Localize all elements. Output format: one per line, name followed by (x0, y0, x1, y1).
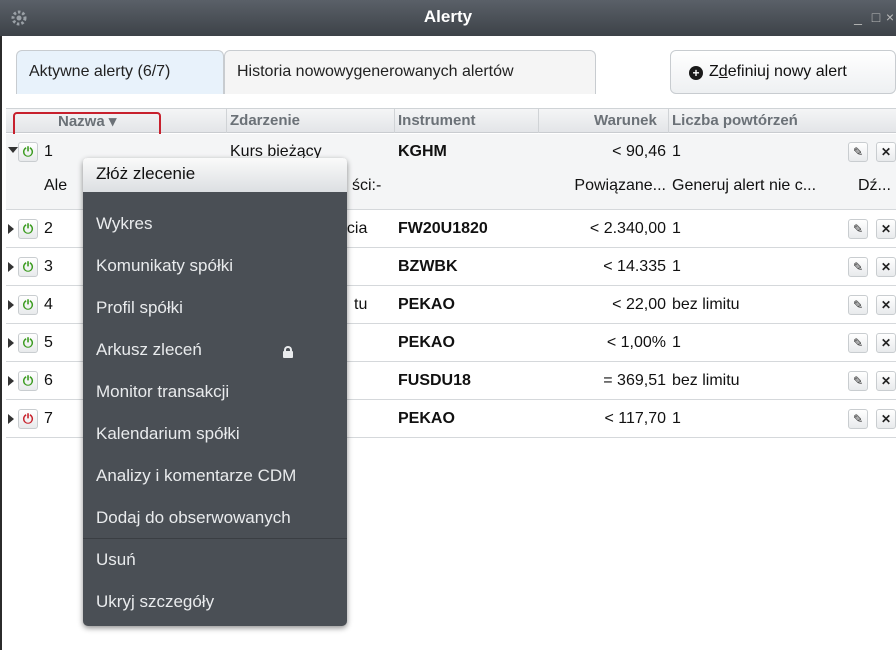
alert-repeats: 1 (672, 220, 681, 237)
plus-circle-icon: + (689, 66, 703, 80)
column-divider[interactable] (538, 109, 539, 133)
new-alert-label-prefix: Z (709, 63, 719, 80)
alert-instrument: KGHM (398, 143, 447, 160)
edit-pencil-icon[interactable]: ✎ (848, 257, 868, 277)
power-toggle-icon[interactable]: ⏻ (18, 219, 38, 239)
power-toggle-icon[interactable]: ⏻ (18, 142, 38, 162)
power-toggle-icon[interactable]: ⏻ (18, 295, 38, 315)
alert-repeats: bez limitu (672, 296, 740, 313)
alert-instrument: PEKAO (398, 334, 455, 351)
window-title: Alerty (423, 7, 473, 26)
tab-active-alerts[interactable]: Aktywne alerty (6/7) (16, 50, 224, 94)
expand-row-icon[interactable] (8, 224, 14, 234)
column-header-event[interactable]: Zdarzenie (230, 112, 300, 129)
new-alert-label-rest: efiniuj nowy alert (727, 63, 847, 80)
alert-condition: = 369,51 (603, 372, 666, 389)
alert-condition: < 2.340,00 (589, 220, 666, 237)
menu-item-transaction-monitor[interactable]: Monitor transakcji (83, 374, 347, 414)
alert-id: 4 (44, 296, 53, 313)
tab-strip: Aktywne alerty (6/7) Historia nowowygene… (6, 36, 896, 108)
collapse-row-icon[interactable] (8, 147, 18, 153)
column-header-repeats[interactable]: Liczba powtórzeń (672, 112, 798, 129)
lock-icon (283, 346, 293, 358)
column-divider[interactable] (668, 109, 669, 133)
alert-instrument: PEKAO (398, 410, 455, 427)
menu-separator (83, 538, 347, 539)
new-alert-label-mnemonic: d (718, 63, 728, 80)
delete-x-icon[interactable]: ✕ (876, 409, 896, 429)
minimize-button[interactable]: _ (848, 7, 868, 27)
column-header-condition[interactable]: Warunek (594, 112, 657, 129)
menu-item-add-to-watchlist[interactable]: Dodaj do obserwowanych (83, 500, 347, 540)
alert-id: 7 (44, 410, 53, 427)
power-toggle-icon[interactable]: ⏻ (18, 371, 38, 391)
column-divider[interactable] (394, 109, 395, 133)
column-divider[interactable] (226, 109, 227, 133)
power-toggle-icon[interactable]: ⏻ (18, 409, 38, 429)
alert-id: 5 (44, 334, 53, 351)
expand-row-icon[interactable] (8, 300, 14, 310)
expand-row-icon[interactable] (8, 338, 14, 348)
alert-repeats: 1 (672, 143, 681, 160)
delete-x-icon[interactable]: ✕ (876, 142, 896, 162)
alert-instrument: PEKAO (398, 296, 455, 313)
alert-condition: < 117,70 (604, 410, 666, 427)
alert-instrument: FUSDU18 (398, 372, 471, 389)
column-header-instrument[interactable]: Instrument (398, 112, 476, 129)
context-menu: Złóż zlecenie Wykres Komunikaty spółki P… (83, 158, 347, 626)
menu-item-delete[interactable]: Usuń (83, 542, 347, 582)
alert-id: 6 (44, 372, 53, 389)
alert-detail-name: Ale (44, 177, 68, 194)
menu-item-company-calendar[interactable]: Kalendarium spółki (83, 416, 347, 456)
expand-row-icon[interactable] (8, 262, 14, 272)
alert-id: 2 (44, 220, 53, 237)
close-window-button[interactable]: × (884, 7, 896, 27)
edit-pencil-icon[interactable]: ✎ (848, 295, 868, 315)
delete-x-icon[interactable]: ✕ (876, 219, 896, 239)
delete-x-icon[interactable]: ✕ (876, 295, 896, 315)
menu-item-order-book-label: Arkusz zleceń (96, 340, 202, 359)
delete-x-icon[interactable]: ✕ (876, 257, 896, 277)
alert-condition: < 1,00% (606, 334, 666, 351)
window-titlebar: Alerty _ □ × (0, 0, 896, 36)
alert-condition: < 14.335 (603, 258, 666, 275)
expand-row-icon[interactable] (8, 376, 14, 386)
edit-pencil-icon[interactable]: ✎ (848, 371, 868, 391)
alert-repeats: 1 (672, 258, 681, 275)
edit-pencil-icon[interactable]: ✎ (848, 333, 868, 353)
menu-item-hide-details[interactable]: Ukryj szczegóły (83, 584, 347, 624)
menu-item-cdm-analyses[interactable]: Analizy i komentarze CDM (83, 458, 347, 498)
menu-item-place-order[interactable]: Złóż zlecenie (83, 158, 347, 192)
alert-instrument: BZWBK (398, 258, 458, 275)
alert-repeats: 1 (672, 410, 681, 427)
alert-detail-repeats: Generuj alert nie c... (672, 177, 817, 194)
maximize-button[interactable]: □ (866, 7, 886, 27)
expand-row-icon[interactable] (8, 414, 14, 424)
alert-event: tu (354, 296, 368, 313)
alert-detail-event: ści:- (352, 177, 382, 194)
alert-id: 1 (44, 143, 53, 160)
alert-repeats: bez limitu (672, 372, 740, 389)
alert-instrument: FW20U1820 (398, 220, 488, 237)
alert-condition: < 22,00 (612, 296, 666, 313)
menu-item-order-book[interactable]: Arkusz zleceń (83, 332, 347, 372)
alert-detail-extra: Dź... (858, 177, 891, 194)
menu-item-company-profile[interactable]: Profil spółki (83, 290, 347, 330)
power-toggle-icon[interactable]: ⏻ (18, 257, 38, 277)
alert-condition: < 90,46 (612, 143, 666, 160)
menu-item-company-news[interactable]: Komunikaty spółki (83, 248, 347, 288)
delete-x-icon[interactable]: ✕ (876, 371, 896, 391)
power-toggle-icon[interactable]: ⏻ (18, 333, 38, 353)
menu-item-chart[interactable]: Wykres (83, 206, 347, 246)
define-new-alert-button[interactable]: + Zdefiniuj nowy alert (670, 50, 896, 94)
edit-pencil-icon[interactable]: ✎ (848, 409, 868, 429)
alert-id: 3 (44, 258, 53, 275)
delete-x-icon[interactable]: ✕ (876, 333, 896, 353)
alert-detail-condition: Powiązane... (574, 177, 666, 194)
edit-pencil-icon[interactable]: ✎ (848, 142, 868, 162)
edit-pencil-icon[interactable]: ✎ (848, 219, 868, 239)
alert-repeats: 1 (672, 334, 681, 351)
tab-alert-history[interactable]: Historia nowowygenerowanych alertów (224, 50, 596, 94)
